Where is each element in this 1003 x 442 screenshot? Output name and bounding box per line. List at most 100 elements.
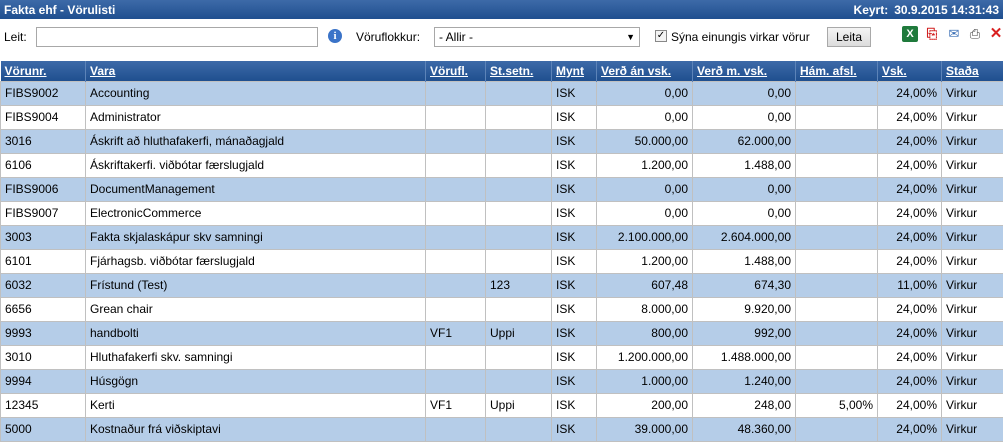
cell-price-inc-vat: 48.360,00: [693, 417, 796, 441]
table-row[interactable]: 9994HúsgögnISK1.000,001.240,0024,00%Virk…: [1, 369, 1003, 393]
header-col-vat[interactable]: Vsk.: [878, 61, 942, 81]
cell-max-discount: [796, 201, 878, 225]
table-row[interactable]: FIBS9004AdministratorISK0,000,0024,00%Vi…: [1, 105, 1003, 129]
search-input[interactable]: [36, 27, 318, 47]
cell-max-discount: [796, 249, 878, 273]
cell-product: handbolti: [86, 321, 426, 345]
run-time: 30.9.2015 14:31:43: [894, 3, 999, 17]
table-row[interactable]: FIBS9002AccountingISK0,000,0024,00%Virku…: [1, 81, 1003, 105]
cell-status: Virkur: [942, 225, 1003, 249]
cell-product: Hluthafakerfi skv. samningi: [86, 345, 426, 369]
cell-product-number: 6032: [1, 273, 86, 297]
cell-price-inc-vat: 1.488.000,00: [693, 345, 796, 369]
cell-product: Fakta skjalaskápur skv samningi: [86, 225, 426, 249]
table-row[interactable]: 5000Kostnaður frá viðskiptaviISK39.000,0…: [1, 417, 1003, 441]
cell-price-ex-vat: 1.200.000,00: [597, 345, 693, 369]
cell-product-number: FIBS9002: [1, 81, 86, 105]
cell-vat: 24,00%: [878, 153, 942, 177]
cell-location: [486, 225, 552, 249]
cell-category: [426, 153, 486, 177]
header-col-max-discount[interactable]: Hám. afsl.: [796, 61, 878, 81]
header-col-currency[interactable]: Mynt: [552, 61, 597, 81]
category-select[interactable]: - Allir - ▼: [434, 27, 640, 47]
table-row[interactable]: 6101Fjárhagsb. viðbótar færslugjaldISK1.…: [1, 249, 1003, 273]
table-row[interactable]: 6032Frístund (Test)123ISK607,48674,3011,…: [1, 273, 1003, 297]
cell-max-discount: [796, 153, 878, 177]
cell-product-number: 6106: [1, 153, 86, 177]
cell-location: [486, 129, 552, 153]
mail-icon[interactable]: ✉: [946, 26, 962, 42]
excel-icon[interactable]: X: [902, 26, 918, 42]
cell-category: [426, 249, 486, 273]
cell-location: [486, 345, 552, 369]
table-row[interactable]: 12345KertiVF1UppiISK200,00248,005,00%24,…: [1, 393, 1003, 417]
cell-category: VF1: [426, 393, 486, 417]
cell-vat: 24,00%: [878, 129, 942, 153]
run-timestamp: Keyrt: 30.9.2015 14:31:43: [854, 3, 999, 17]
table-row[interactable]: 9993handboltiVF1UppiISK800,00992,0024,00…: [1, 321, 1003, 345]
table-row[interactable]: 6106Áskriftakerfi. viðbótar færslugjaldI…: [1, 153, 1003, 177]
cell-price-inc-vat: 0,00: [693, 81, 796, 105]
header-col-price-ex-vat[interactable]: Verð án vsk.: [597, 61, 693, 81]
cell-price-ex-vat: 0,00: [597, 177, 693, 201]
cell-currency: ISK: [552, 153, 597, 177]
only-active-checkbox[interactable]: ✓: [655, 30, 667, 42]
cell-status: Virkur: [942, 297, 1003, 321]
cell-currency: ISK: [552, 345, 597, 369]
cell-product: Grean chair: [86, 297, 426, 321]
cell-status: Virkur: [942, 321, 1003, 345]
table-row[interactable]: 3016Áskrift að hluthafakerfi, mánaðagjal…: [1, 129, 1003, 153]
header-col-status[interactable]: Staða: [942, 61, 1003, 81]
cell-location: [486, 417, 552, 441]
cell-currency: ISK: [552, 105, 597, 129]
cell-status: Virkur: [942, 177, 1003, 201]
cell-price-ex-vat: 0,00: [597, 105, 693, 129]
header-col-price-inc-vat[interactable]: Verð m. vsk.: [693, 61, 796, 81]
cell-price-ex-vat: 50.000,00: [597, 129, 693, 153]
cell-vat: 24,00%: [878, 417, 942, 441]
close-icon[interactable]: ✕: [988, 26, 1003, 42]
table-row[interactable]: FIBS9006DocumentManagementISK0,000,0024,…: [1, 177, 1003, 201]
cell-price-ex-vat: 1.000,00: [597, 369, 693, 393]
cell-status: Virkur: [942, 417, 1003, 441]
cell-location: Uppi: [486, 321, 552, 345]
table-row[interactable]: 6656Grean chairISK8.000,009.920,0024,00%…: [1, 297, 1003, 321]
cell-vat: 24,00%: [878, 105, 942, 129]
cell-product-number: FIBS9004: [1, 105, 86, 129]
header-col-product[interactable]: Vara: [86, 61, 426, 81]
cell-product: Kostnaður frá viðskiptavi: [86, 417, 426, 441]
cell-location: Uppi: [486, 393, 552, 417]
pdf-icon[interactable]: ⎘: [924, 26, 940, 42]
dropdown-arrow-icon: ▼: [626, 32, 635, 42]
header-col-location[interactable]: St.setn.: [486, 61, 552, 81]
header-col-category[interactable]: Vörufl.: [426, 61, 486, 81]
cell-product-number: 3016: [1, 129, 86, 153]
info-icon[interactable]: i: [328, 29, 342, 43]
cell-status: Virkur: [942, 393, 1003, 417]
search-button[interactable]: Leita: [827, 27, 871, 47]
cell-price-inc-vat: 9.920,00: [693, 297, 796, 321]
cell-location: [486, 153, 552, 177]
cell-category: [426, 105, 486, 129]
cell-location: [486, 177, 552, 201]
table-row[interactable]: FIBS9007ElectronicCommerceISK0,000,0024,…: [1, 201, 1003, 225]
cell-price-inc-vat: 0,00: [693, 201, 796, 225]
cell-price-inc-vat: 1.488,00: [693, 153, 796, 177]
print-icon[interactable]: ⎙: [967, 26, 983, 42]
cell-max-discount: [796, 297, 878, 321]
cell-price-ex-vat: 2.100.000,00: [597, 225, 693, 249]
table-row[interactable]: 3003Fakta skjalaskápur skv samningiISK2.…: [1, 225, 1003, 249]
cell-price-ex-vat: 1.200,00: [597, 153, 693, 177]
cell-currency: ISK: [552, 201, 597, 225]
cell-price-inc-vat: 0,00: [693, 177, 796, 201]
table-header-row: Vörunr.VaraVörufl.St.setn.MyntVerð án vs…: [1, 61, 1003, 81]
cell-price-ex-vat: 8.000,00: [597, 297, 693, 321]
cell-status: Virkur: [942, 249, 1003, 273]
cell-price-inc-vat: 1.240,00: [693, 369, 796, 393]
cell-status: Virkur: [942, 105, 1003, 129]
title-bar: Fakta ehf - Vörulisti Keyrt: 30.9.2015 1…: [0, 0, 1003, 19]
table-row[interactable]: 3010Hluthafakerfi skv. samningiISK1.200.…: [1, 345, 1003, 369]
header-col-product-number[interactable]: Vörunr.: [1, 61, 86, 81]
cell-category: [426, 201, 486, 225]
cell-category: [426, 129, 486, 153]
